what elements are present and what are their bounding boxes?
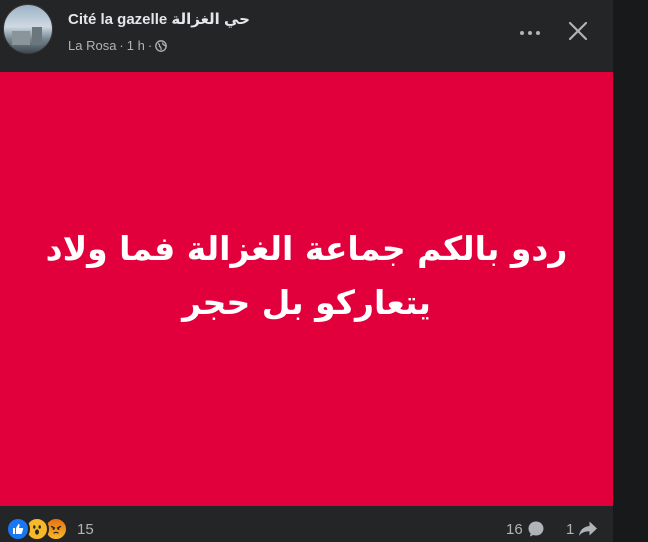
shares-summary[interactable]: 1 — [566, 520, 598, 538]
post-card: Cité la gazelle حي الغزالة La Rosa · 1 h… — [0, 0, 613, 542]
avatar-building-shape — [12, 31, 30, 45]
reaction-count: 15 — [77, 520, 94, 538]
share-count: 1 — [566, 520, 575, 538]
avatar-building-shape — [32, 27, 42, 45]
more-options-button[interactable] — [516, 19, 544, 47]
post-image-text-line: يتعاركو بل حجر — [182, 283, 431, 322]
comments-summary[interactable]: 16 — [506, 520, 545, 538]
post-footer: 15 16 1 — [0, 506, 613, 542]
comment-icon — [528, 521, 544, 537]
page-background-strip — [613, 0, 648, 542]
meta-separator: · — [119, 38, 124, 53]
like-icon — [6, 517, 30, 541]
comment-count: 16 — [506, 520, 523, 538]
dot-icon — [520, 31, 524, 35]
post-meta: La Rosa · 1 h · — [68, 38, 168, 53]
share-icon — [579, 521, 598, 536]
group-name[interactable]: Cité la gazelle حي الغزالة — [68, 10, 250, 28]
post-image-text-line: ردو بالكم جماعة الغزالة فما ولاد — [45, 229, 568, 268]
close-button[interactable] — [564, 17, 592, 45]
post-image[interactable]: ردو بالكم جماعة الغزالة فما ولاد يتعاركو… — [0, 72, 613, 506]
globe-icon — [155, 39, 168, 52]
group-avatar[interactable] — [3, 4, 53, 54]
post-image-text: ردو بالكم جماعة الغزالة فما ولاد يتعاركو… — [27, 222, 587, 330]
dot-icon — [536, 31, 540, 35]
meta-separator: · — [147, 38, 153, 53]
close-icon — [568, 21, 588, 41]
reactions-summary[interactable]: 15 — [6, 517, 94, 541]
post-header: Cité la gazelle حي الغزالة La Rosa · 1 h… — [0, 0, 613, 72]
post-time[interactable]: 1 h — [127, 38, 145, 53]
dot-icon — [528, 31, 532, 35]
author-name[interactable]: La Rosa — [68, 38, 116, 53]
